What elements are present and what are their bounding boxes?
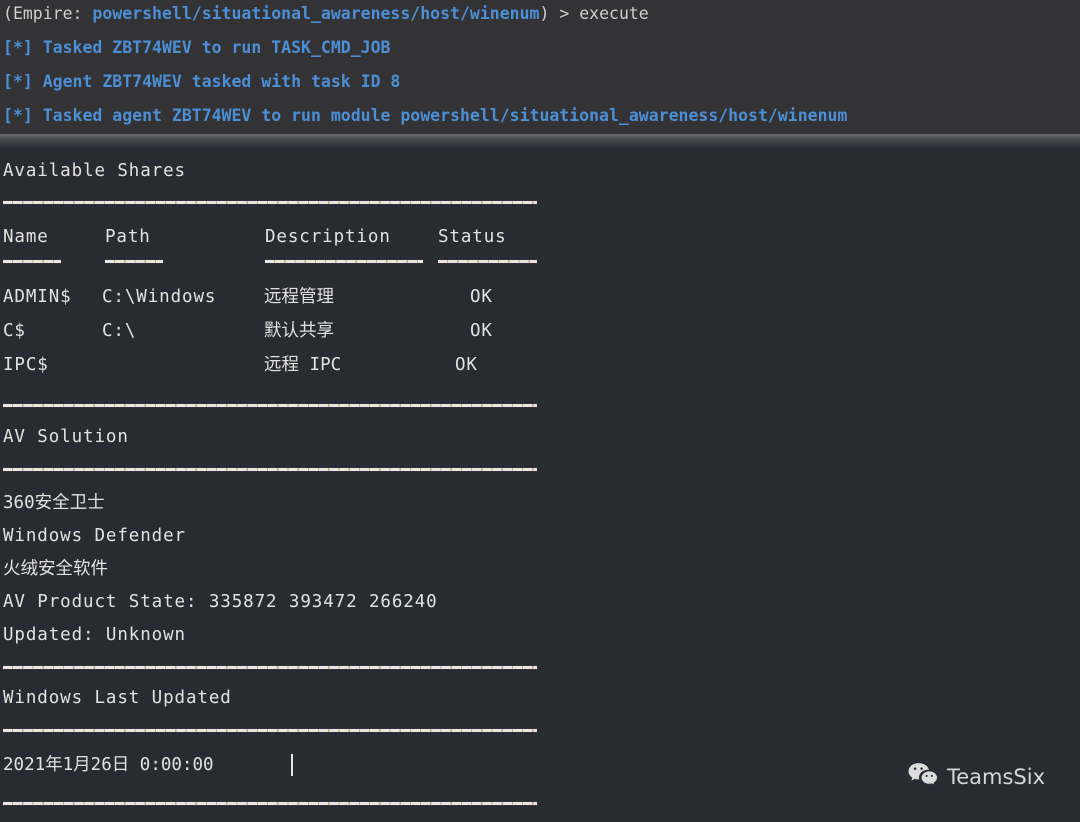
- prompt-close-paren: ): [539, 4, 550, 23]
- column-underline-name: [3, 260, 61, 263]
- column-header-path: Path: [105, 227, 151, 247]
- cell-description: 远程 IPC: [264, 355, 342, 375]
- prompt-open-paren: (: [3, 4, 13, 23]
- update-section-bottom-rule: [3, 802, 537, 805]
- shares-section-title: Available Shares: [3, 161, 186, 181]
- prompt-command: execute: [579, 4, 649, 23]
- prompt-arrow: >: [549, 4, 580, 23]
- cell-status: OK: [470, 321, 493, 341]
- prompt-label: Empire:: [12, 4, 93, 23]
- cell-path: C:\: [102, 321, 137, 341]
- av-section-bottom-rule: [3, 666, 537, 669]
- column-header-status: Status: [438, 227, 507, 247]
- text-cursor: [291, 754, 293, 776]
- av-line-3: 火绒安全软件: [3, 559, 108, 579]
- av-title-rule: [3, 468, 537, 471]
- av-product-state: AV Product State: 335872 393472 266240: [3, 592, 438, 612]
- cell-name: IPC$: [3, 355, 49, 375]
- wechat-icon: [908, 762, 938, 792]
- prompt-line: (Empire: powershell/situational_awarenes…: [3, 5, 649, 23]
- column-header-description: Description: [265, 227, 391, 247]
- av-section-title: AV Solution: [3, 427, 129, 447]
- console-header: (Empire: powershell/situational_awarenes…: [0, 0, 1080, 134]
- cell-name: C$: [3, 321, 26, 341]
- console-log-text: Agent ZBT74WEV tasked with task ID 8: [32, 72, 401, 91]
- section-divider-band: [0, 134, 1080, 148]
- module-output: Available Shares Name Path Description S…: [0, 148, 1080, 822]
- cell-description: 远程管理: [264, 287, 334, 307]
- watermark-label: TeamsSix: [946, 765, 1045, 789]
- column-header-name: Name: [3, 227, 49, 247]
- column-underline-path: [105, 260, 163, 263]
- status-marker: [*]: [3, 106, 33, 125]
- shares-section-bottom-rule: [3, 404, 537, 407]
- update-section-title: Windows Last Updated: [3, 688, 232, 708]
- av-line-2: Windows Defender: [3, 526, 186, 546]
- status-marker: [*]: [3, 38, 33, 57]
- cell-description: 默认共享: [264, 321, 334, 341]
- prompt-module-path: powershell/situational_awareness/host/wi…: [92, 4, 540, 23]
- cell-status: OK: [470, 287, 493, 307]
- update-title-rule: [3, 729, 537, 732]
- cell-name: ADMIN$: [3, 287, 72, 307]
- shares-title-rule: [3, 201, 537, 204]
- console-log-text: Tasked agent ZBT74WEV to run module powe…: [32, 106, 848, 125]
- status-marker: [*]: [3, 72, 33, 91]
- console-log-text: Tasked ZBT74WEV to run TASK_CMD_JOB: [32, 38, 391, 57]
- windows-last-updated-value: 2021年1月26日 0:00:00: [3, 755, 214, 775]
- column-underline-status: [438, 260, 537, 263]
- av-line-1: 360安全卫士: [3, 493, 105, 513]
- console-log-line-2: [*] Agent ZBT74WEV tasked with task ID 8: [3, 73, 400, 91]
- console-log-line-1: [*] Tasked ZBT74WEV to run TASK_CMD_JOB: [3, 39, 390, 57]
- console-log-line-3: [*] Tasked agent ZBT74WEV to run module …: [3, 107, 847, 125]
- av-updated: Updated: Unknown: [3, 625, 186, 645]
- watermark: TeamsSix: [908, 762, 1045, 792]
- cell-path: C:\Windows: [102, 287, 217, 307]
- terminal-screen: (Empire: powershell/situational_awarenes…: [0, 0, 1080, 822]
- cell-status: OK: [455, 355, 478, 375]
- column-underline-description: [265, 260, 423, 263]
